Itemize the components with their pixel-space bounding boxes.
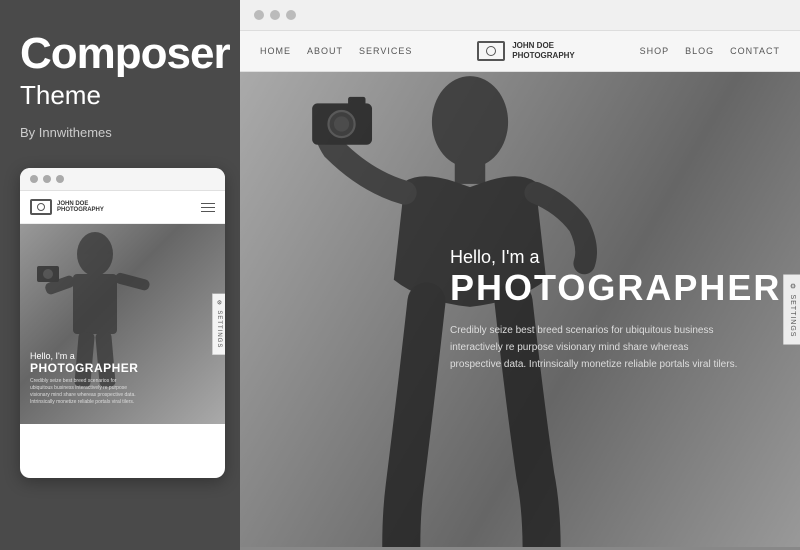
desktop-nav-services[interactable]: SERVICES: [359, 46, 412, 56]
mobile-nav: JOHN DOE PHOTOGRAPHY: [20, 191, 225, 224]
mobile-preview: JOHN DOE PHOTOGRAPHY: [20, 168, 225, 478]
right-panel: HOME ABOUT SERVICES JOHN DOE PHOTOGRAPHY…: [240, 0, 800, 550]
desktop-preview: HOME ABOUT SERVICES JOHN DOE PHOTOGRAPHY…: [240, 0, 800, 550]
desktop-nav-shop[interactable]: SHOP: [640, 46, 670, 56]
mobile-dot-1: [30, 175, 38, 183]
desktop-dot-3: [286, 10, 296, 20]
mobile-browser-bar: [20, 168, 225, 191]
desktop-nav-left-links: HOME ABOUT SERVICES: [260, 46, 412, 56]
hero-description: Credibly seize best breed scenarios for …: [450, 322, 740, 373]
desktop-hero: Hello, I'm a PHOTOGRAPHER Credibly seize…: [240, 72, 800, 547]
hero-hello: Hello, I'm a: [450, 247, 770, 268]
desktop-nav-right-links: SHOP BLOG CONTACT: [640, 46, 780, 56]
desktop-browser-bar: [240, 0, 800, 31]
mobile-dot-2: [43, 175, 51, 183]
mobile-settings-tab[interactable]: ⚙ SETTINGS: [212, 294, 225, 355]
desktop-nav-logo: JOHN DOE PHOTOGRAPHY: [477, 41, 575, 61]
desktop-logo-icon: [477, 41, 505, 61]
mobile-logo: JOHN DOE PHOTOGRAPHY: [30, 199, 104, 215]
mobile-hamburger-icon[interactable]: [201, 203, 215, 213]
desktop-logo-text: JOHN DOE PHOTOGRAPHY: [512, 41, 575, 60]
theme-author: By Innwithemes: [20, 125, 220, 140]
desktop-dot-2: [270, 10, 280, 20]
mobile-logo-icon: [30, 199, 52, 215]
desktop-settings-tab[interactable]: ⚙ SETTINGS: [783, 274, 800, 345]
mobile-hero-text: Hello, I'm a PHOTOGRAPHER Credibly seize…: [30, 351, 140, 406]
left-panel: Composer Theme By Innwithemes JOHN DOE P…: [0, 0, 240, 550]
mobile-hero: Hello, I'm a PHOTOGRAPHER Credibly seize…: [20, 224, 225, 424]
hero-content: Hello, I'm a PHOTOGRAPHER Credibly seize…: [450, 247, 770, 373]
mobile-hero-bg: Hello, I'm a PHOTOGRAPHER Credibly seize…: [20, 224, 225, 424]
desktop-nav-contact[interactable]: CONTACT: [730, 46, 780, 56]
desktop-nav-about[interactable]: ABOUT: [307, 46, 343, 56]
desktop-dot-1: [254, 10, 264, 20]
desktop-nav-home[interactable]: HOME: [260, 46, 291, 56]
mobile-logo-text: JOHN DOE PHOTOGRAPHY: [57, 201, 104, 214]
desktop-nav: HOME ABOUT SERVICES JOHN DOE PHOTOGRAPHY…: [240, 31, 800, 72]
mobile-dot-3: [56, 175, 64, 183]
desktop-nav-blog[interactable]: BLOG: [685, 46, 714, 56]
theme-title: Composer Theme: [20, 30, 220, 125]
hero-title: PHOTOGRAPHER: [450, 270, 770, 306]
